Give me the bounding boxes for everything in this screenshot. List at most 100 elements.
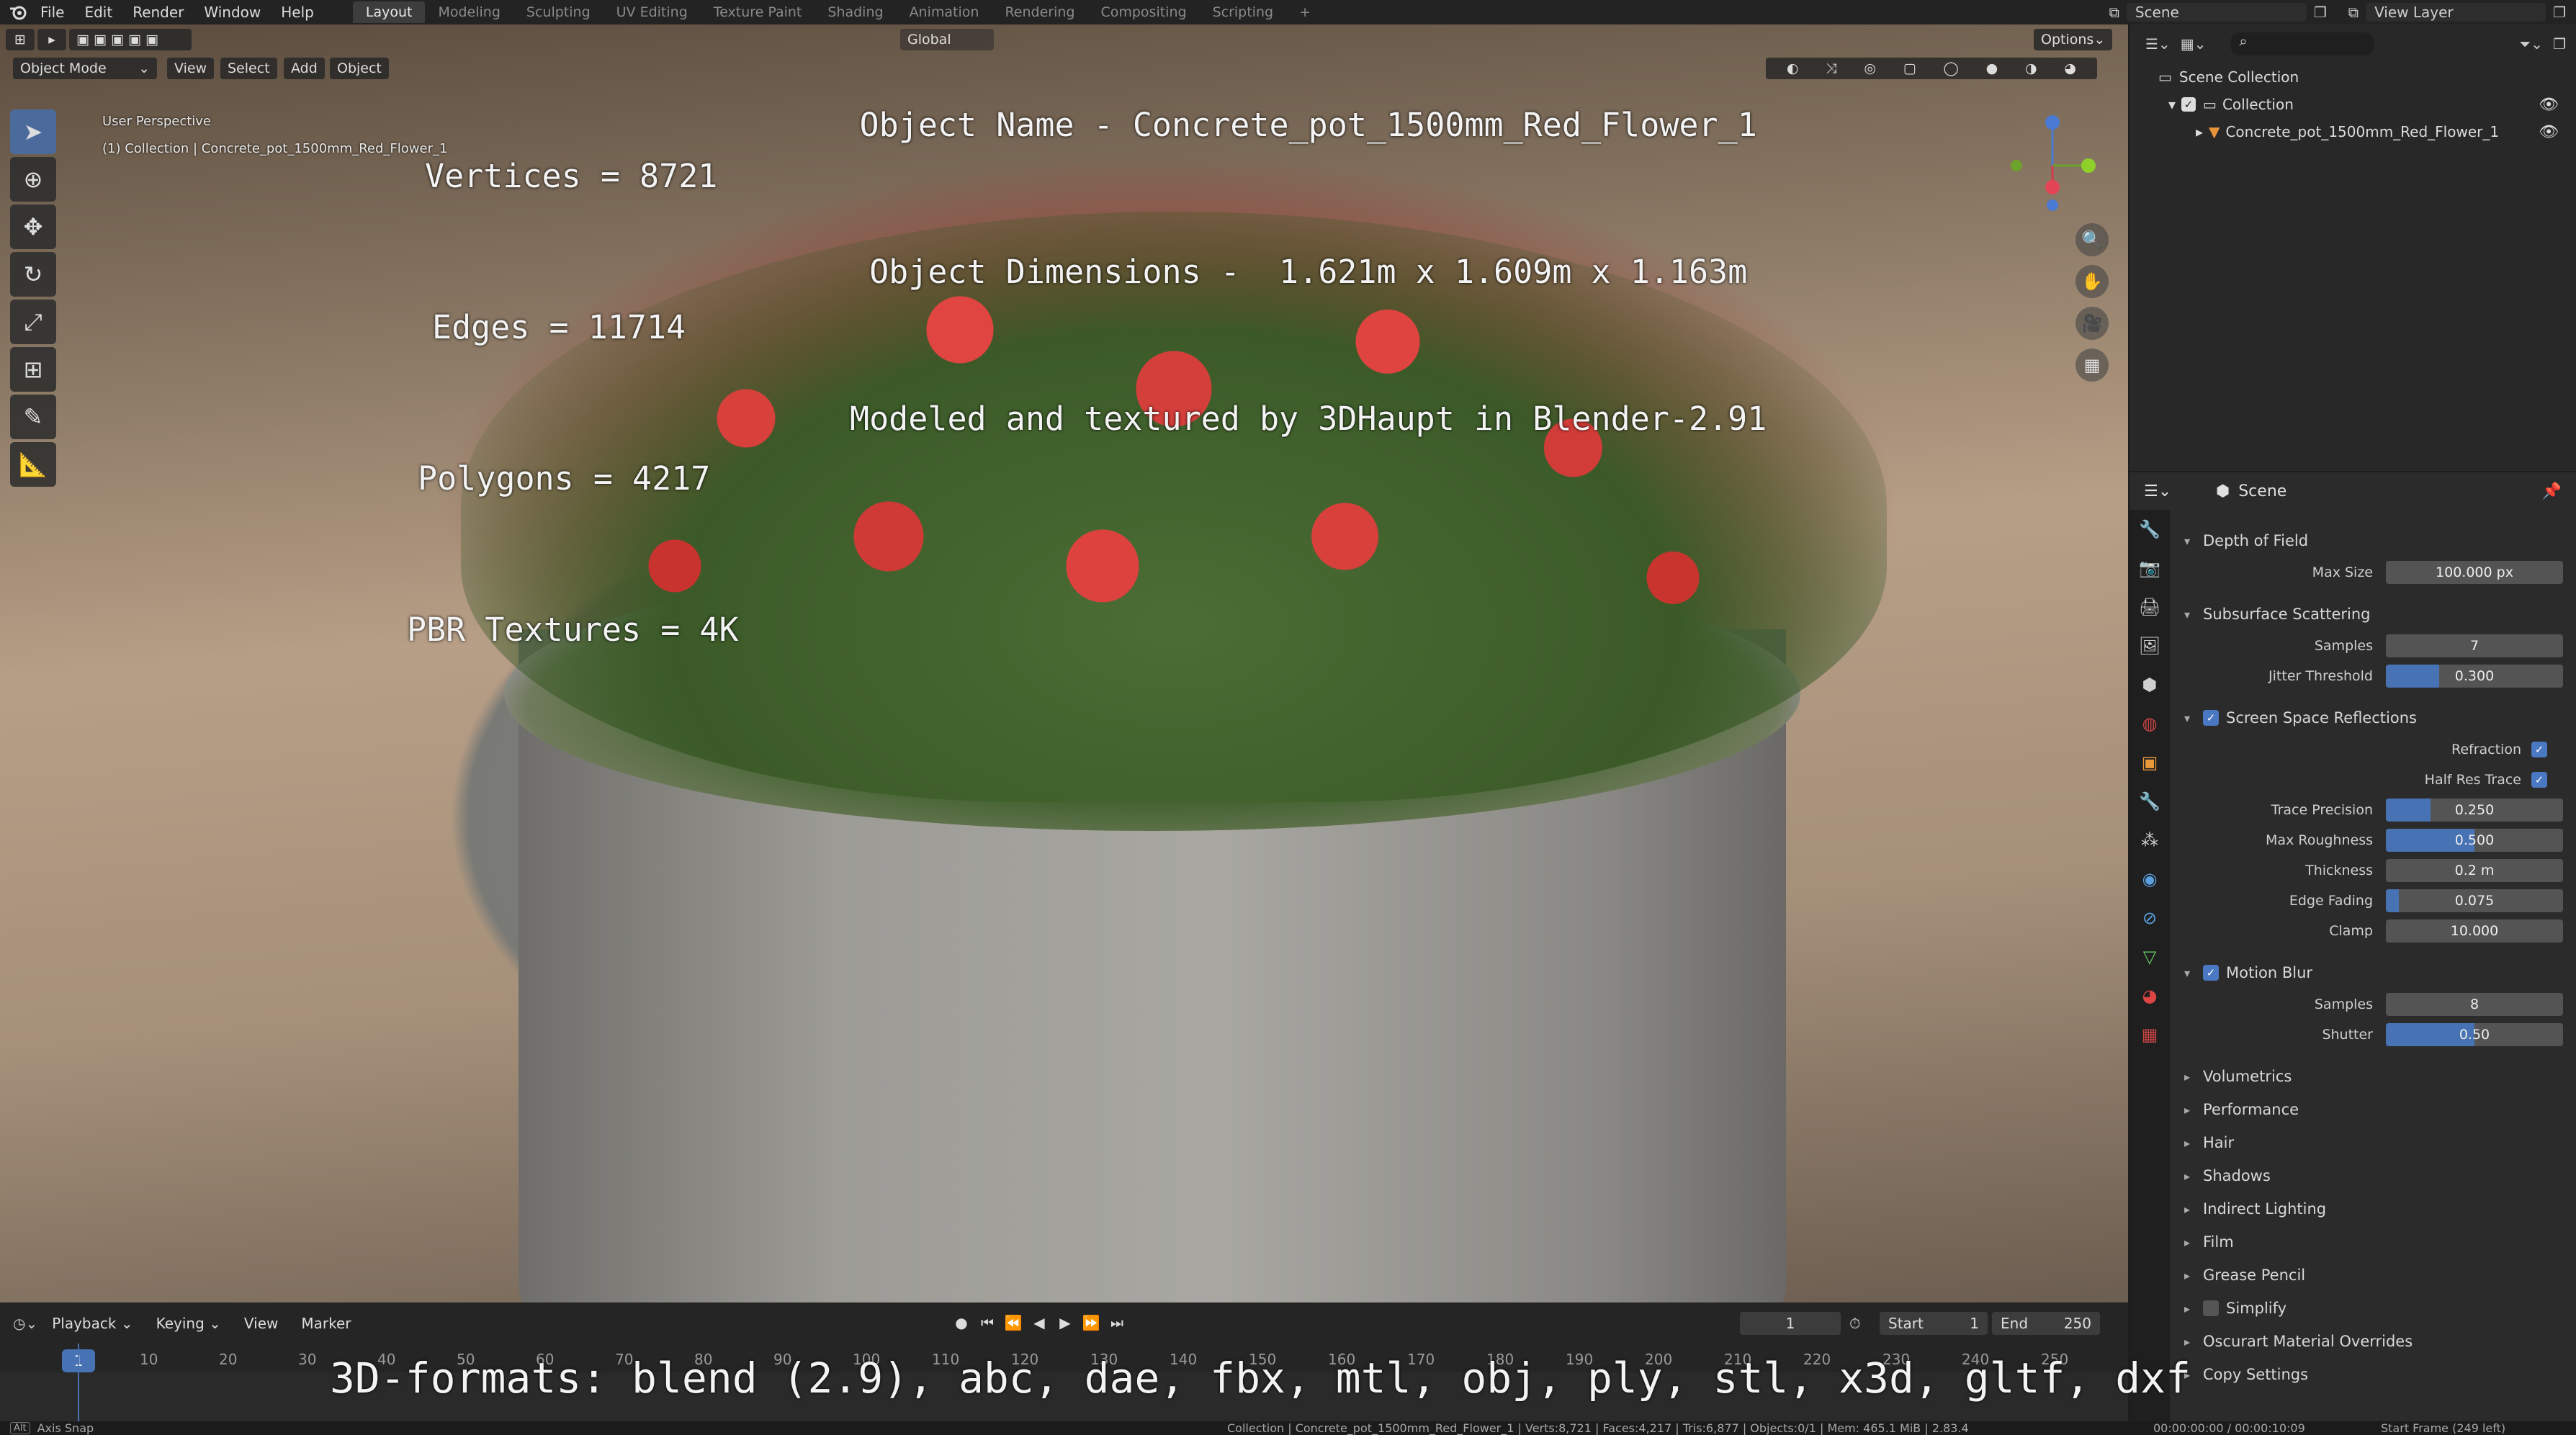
outliner-row-scene-collection[interactable]: ▭ Scene Collection xyxy=(2130,63,2576,91)
outliner-row-object[interactable]: ▸ ▼ Concrete_pot_1500mm_Red_Flower_1 👁 xyxy=(2130,118,2576,145)
render-tab-icon[interactable]: 📷 xyxy=(2130,549,2170,588)
refraction-checkbox[interactable]: ✓ xyxy=(2531,742,2547,757)
menu-file[interactable]: File xyxy=(30,4,74,21)
grid-icon[interactable]: ▦ xyxy=(2075,348,2109,382)
add-menu[interactable]: Add xyxy=(284,58,325,79)
tab-texture-paint[interactable]: Texture Paint xyxy=(701,1,815,23)
data-tab-icon[interactable]: ▽ xyxy=(2130,937,2170,976)
object-menu[interactable]: Object xyxy=(330,58,389,79)
select-box-icon[interactable]: ▸ xyxy=(37,29,66,50)
panel-film[interactable]: ▸ Film xyxy=(2170,1225,2576,1259)
max-roughness-slider[interactable]: 0.500 xyxy=(2386,829,2563,852)
solid-shading-icon[interactable]: ● xyxy=(1986,60,1998,76)
rotate-tool-icon[interactable]: ↻ xyxy=(10,252,56,297)
play-reverse-icon[interactable]: ◀ xyxy=(1028,1312,1050,1333)
outliner-search-input[interactable]: ⌕ xyxy=(2230,32,2375,55)
world-tab-icon[interactable]: ◍ xyxy=(2130,704,2170,743)
simplify-checkbox[interactable] xyxy=(2203,1300,2219,1316)
object-tab-icon[interactable]: ▣ xyxy=(2130,743,2170,782)
view-layer-tab-icon[interactable]: 🖼 xyxy=(2130,626,2170,665)
mode-dropdown[interactable]: Object Mode ⌄ xyxy=(13,58,157,79)
panel-indirect-lighting[interactable]: ▸ Indirect Lighting xyxy=(2170,1192,2576,1225)
stopwatch-icon[interactable]: ⏱ xyxy=(1849,1315,1861,1332)
thickness-field[interactable]: 0.2 m xyxy=(2386,859,2563,882)
panel-depth-of-field[interactable]: ▾ Depth of Field xyxy=(2170,524,2576,557)
timeline-editor-icon[interactable]: ◷⌄ xyxy=(13,1315,37,1332)
timeline-view-menu[interactable]: View xyxy=(235,1312,287,1335)
panel-grease-pencil[interactable]: ▸ Grease Pencil xyxy=(2170,1259,2576,1292)
play-icon[interactable]: ▶ xyxy=(1054,1312,1076,1333)
selection-mode-buttons[interactable]: ▣ ▣ ▣ ▣ ▣ xyxy=(69,29,192,50)
end-frame-field[interactable]: End 250 xyxy=(1992,1312,2100,1335)
tab-layout[interactable]: Layout xyxy=(352,1,426,23)
select-menu[interactable]: Select xyxy=(220,58,277,79)
cursor-tool-icon[interactable]: ⊕ xyxy=(10,157,56,202)
tab-modeling[interactable]: Modeling xyxy=(425,1,513,23)
options-dropdown[interactable]: Options ⌄ xyxy=(2034,29,2113,50)
mb-samples-field[interactable]: 8 xyxy=(2386,993,2563,1016)
gizmo-icon[interactable]: ⤨ xyxy=(1826,60,1836,76)
select-tool-icon[interactable]: ➤ xyxy=(10,109,56,154)
jump-end-icon[interactable]: ⏭ xyxy=(1106,1312,1128,1333)
menu-edit[interactable]: Edit xyxy=(74,4,122,21)
jitter-threshold-slider[interactable]: 0.300 xyxy=(2386,665,2563,688)
material-shading-icon[interactable]: ◑ xyxy=(2025,60,2037,76)
panel-performance[interactable]: ▸ Performance xyxy=(2170,1093,2576,1126)
zoom-icon[interactable]: 🔍 xyxy=(2075,223,2109,256)
scene-selector-icon[interactable]: ⧉ xyxy=(2109,4,2119,21)
view-layer-icon[interactable]: ⧉ xyxy=(2348,4,2359,21)
display-mode-icon[interactable]: ▦⌄ xyxy=(2181,35,2207,53)
pin-icon[interactable]: 📌 xyxy=(2542,482,2562,500)
blender-logo-icon[interactable] xyxy=(6,3,30,22)
overlay-icon[interactable]: ◎ xyxy=(1864,60,1876,76)
tab-sculpting[interactable]: Sculpting xyxy=(513,1,603,23)
view-layer-new-icon[interactable]: ❐ xyxy=(2553,4,2566,21)
xray-icon[interactable]: ▢ xyxy=(1903,60,1916,76)
panel-screen-space-reflections[interactable]: ▾ ✓ Screen Space Reflections xyxy=(2170,701,2576,734)
scene-tab-icon[interactable]: ⬢ xyxy=(2130,665,2170,704)
visibility-eye-icon[interactable]: 👁 xyxy=(2539,123,2559,141)
particles-tab-icon[interactable]: ⁂ xyxy=(2130,821,2170,860)
wireframe-shading-icon[interactable]: ◯ xyxy=(1944,60,1959,76)
current-frame-field[interactable]: 1 xyxy=(1740,1312,1841,1335)
scale-tool-icon[interactable]: ⤢ xyxy=(10,300,56,344)
panel-shadows[interactable]: ▸ Shadows xyxy=(2170,1159,2576,1192)
measure-tool-icon[interactable]: 📐 xyxy=(10,442,56,487)
pan-hand-icon[interactable]: ✋ xyxy=(2075,265,2109,298)
scene-new-icon[interactable]: ❐ xyxy=(2314,4,2327,21)
shading-buttons[interactable]: ◐ ⤨ ◎ ▢ ◯ ● ◑ ◕ xyxy=(1766,58,2097,79)
jump-start-icon[interactable]: ⏮ xyxy=(977,1312,998,1333)
properties-editor-icon[interactable]: ☰⌄ xyxy=(2144,482,2171,500)
expand-arrow-icon[interactable]: ▾ xyxy=(2168,96,2176,113)
visibility-icon[interactable]: ◐ xyxy=(1787,60,1799,76)
material-tab-icon[interactable]: ◕ xyxy=(2130,976,2170,1015)
prev-keyframe-icon[interactable]: ⏪ xyxy=(1002,1312,1024,1333)
next-keyframe-icon[interactable]: ⏩ xyxy=(1080,1312,1102,1333)
texture-tab-icon[interactable]: ▦ xyxy=(2130,1015,2170,1054)
filter-icon[interactable]: ⏷⌄ xyxy=(2519,35,2543,53)
playback-menu[interactable]: Playback ⌄ xyxy=(43,1312,141,1335)
transform-orientation-dropdown[interactable]: Global xyxy=(900,29,994,50)
keying-menu[interactable]: Keying ⌄ xyxy=(148,1312,230,1335)
tool-tab-icon[interactable]: 🔧 xyxy=(2130,510,2170,549)
half-res-checkbox[interactable]: ✓ xyxy=(2531,772,2547,788)
annotate-tool-icon[interactable]: ✎ xyxy=(10,395,56,439)
panel-simplify[interactable]: ▸ Simplify xyxy=(2170,1292,2576,1325)
start-frame-field[interactable]: Start 1 xyxy=(1880,1312,1988,1335)
record-icon[interactable]: ● xyxy=(951,1312,972,1333)
move-tool-icon[interactable]: ✥ xyxy=(10,204,56,249)
menu-window[interactable]: Window xyxy=(194,4,271,21)
shutter-slider[interactable]: 0.50 xyxy=(2386,1023,2563,1046)
transform-tool-icon[interactable]: ⊞ xyxy=(10,347,56,392)
expand-arrow-icon[interactable]: ▸ xyxy=(2196,123,2203,140)
max-size-field[interactable]: 100.000 px xyxy=(2386,561,2563,584)
physics-tab-icon[interactable]: ◉ xyxy=(2130,860,2170,899)
trace-precision-slider[interactable]: 0.250 xyxy=(2386,799,2563,822)
new-collection-icon[interactable]: ❐ xyxy=(2553,35,2566,53)
scene-field[interactable]: Scene xyxy=(2126,3,2307,22)
navigation-gizmo[interactable] xyxy=(1995,108,2103,216)
tab-uv-editing[interactable]: UV Editing xyxy=(603,1,701,23)
camera-icon[interactable]: 🎥 xyxy=(2075,307,2109,340)
clamp-field[interactable]: 10.000 xyxy=(2386,919,2563,943)
sss-samples-field[interactable]: 7 xyxy=(2386,634,2563,657)
